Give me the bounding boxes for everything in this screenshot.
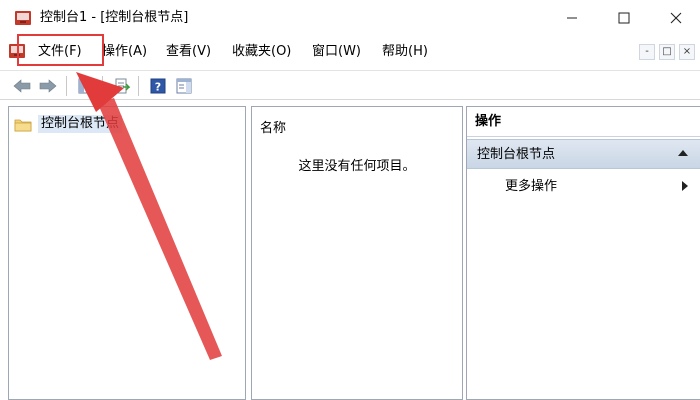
menu-action[interactable]: 操作(A) (100, 42, 149, 62)
close-button[interactable] (653, 0, 699, 36)
back-button[interactable] (12, 76, 32, 96)
help-button[interactable]: ? (148, 76, 168, 96)
maximize-icon (618, 12, 630, 24)
tree-item-console-root[interactable]: 控制台根节点 (14, 115, 123, 133)
menu-bar: 文件(F) 操作(A) 查看(V) 收藏夹(O) 窗口(W) 帮助(H) - □… (0, 38, 700, 66)
show-hide-tree-button[interactable] (76, 76, 96, 96)
maximize-button[interactable] (601, 0, 647, 36)
svg-text:?: ? (155, 81, 161, 94)
column-header-name[interactable]: 名称 (260, 117, 286, 136)
actions-section-console-root[interactable]: 控制台根节点 (467, 139, 700, 169)
show-hide-action-pane-button[interactable] (174, 76, 194, 96)
console-tree-pane[interactable]: 控制台根节点 (8, 106, 246, 400)
forward-button[interactable] (38, 76, 58, 96)
tree-item-label: 控制台根节点 (38, 115, 123, 133)
export-list-button[interactable] (112, 76, 132, 96)
toolbar-separator (138, 76, 139, 96)
annotation-highlight-box (17, 34, 104, 66)
menu-window[interactable]: 窗口(W) (310, 42, 363, 62)
actions-pane: 操作 控制台根节点 更多操作 (466, 106, 700, 400)
export-list-icon (115, 78, 130, 94)
mdi-restore-button[interactable]: □ (659, 44, 675, 60)
show-hide-tree-icon (78, 78, 94, 94)
menu-favorites[interactable]: 收藏夹(O) (230, 42, 293, 62)
window-title: 控制台1 - [控制台根节点] (40, 10, 189, 25)
empty-list-message: 这里没有任何项目。 (298, 159, 416, 174)
menu-view[interactable]: 查看(V) (164, 42, 213, 62)
minimize-button[interactable] (549, 0, 595, 36)
forward-arrow-icon (39, 79, 57, 93)
actions-header: 操作 (467, 107, 700, 137)
more-actions-item[interactable]: 更多操作 (505, 175, 700, 199)
toolbar-separator (66, 76, 67, 96)
submenu-arrow-icon (682, 181, 688, 191)
mdi-minimize-button[interactable]: - (639, 44, 655, 60)
close-icon (670, 12, 682, 24)
collapse-up-icon[interactable] (678, 150, 688, 156)
minimize-icon (567, 17, 577, 19)
mdi-close-button[interactable]: × (679, 44, 695, 60)
folder-icon (14, 119, 32, 131)
menu-help[interactable]: 帮助(H) (380, 42, 430, 62)
toolbar-separator (102, 76, 103, 96)
back-arrow-icon (13, 79, 31, 93)
show-hide-action-pane-icon (176, 78, 192, 94)
help-icon: ? (150, 78, 166, 94)
toolbar: ? (0, 70, 700, 100)
result-list-pane[interactable]: 名称 这里没有任何项目。 (251, 106, 463, 400)
title-bar: 控制台1 - [控制台根节点] (0, 0, 700, 36)
mmc-console-icon[interactable] (14, 9, 32, 27)
